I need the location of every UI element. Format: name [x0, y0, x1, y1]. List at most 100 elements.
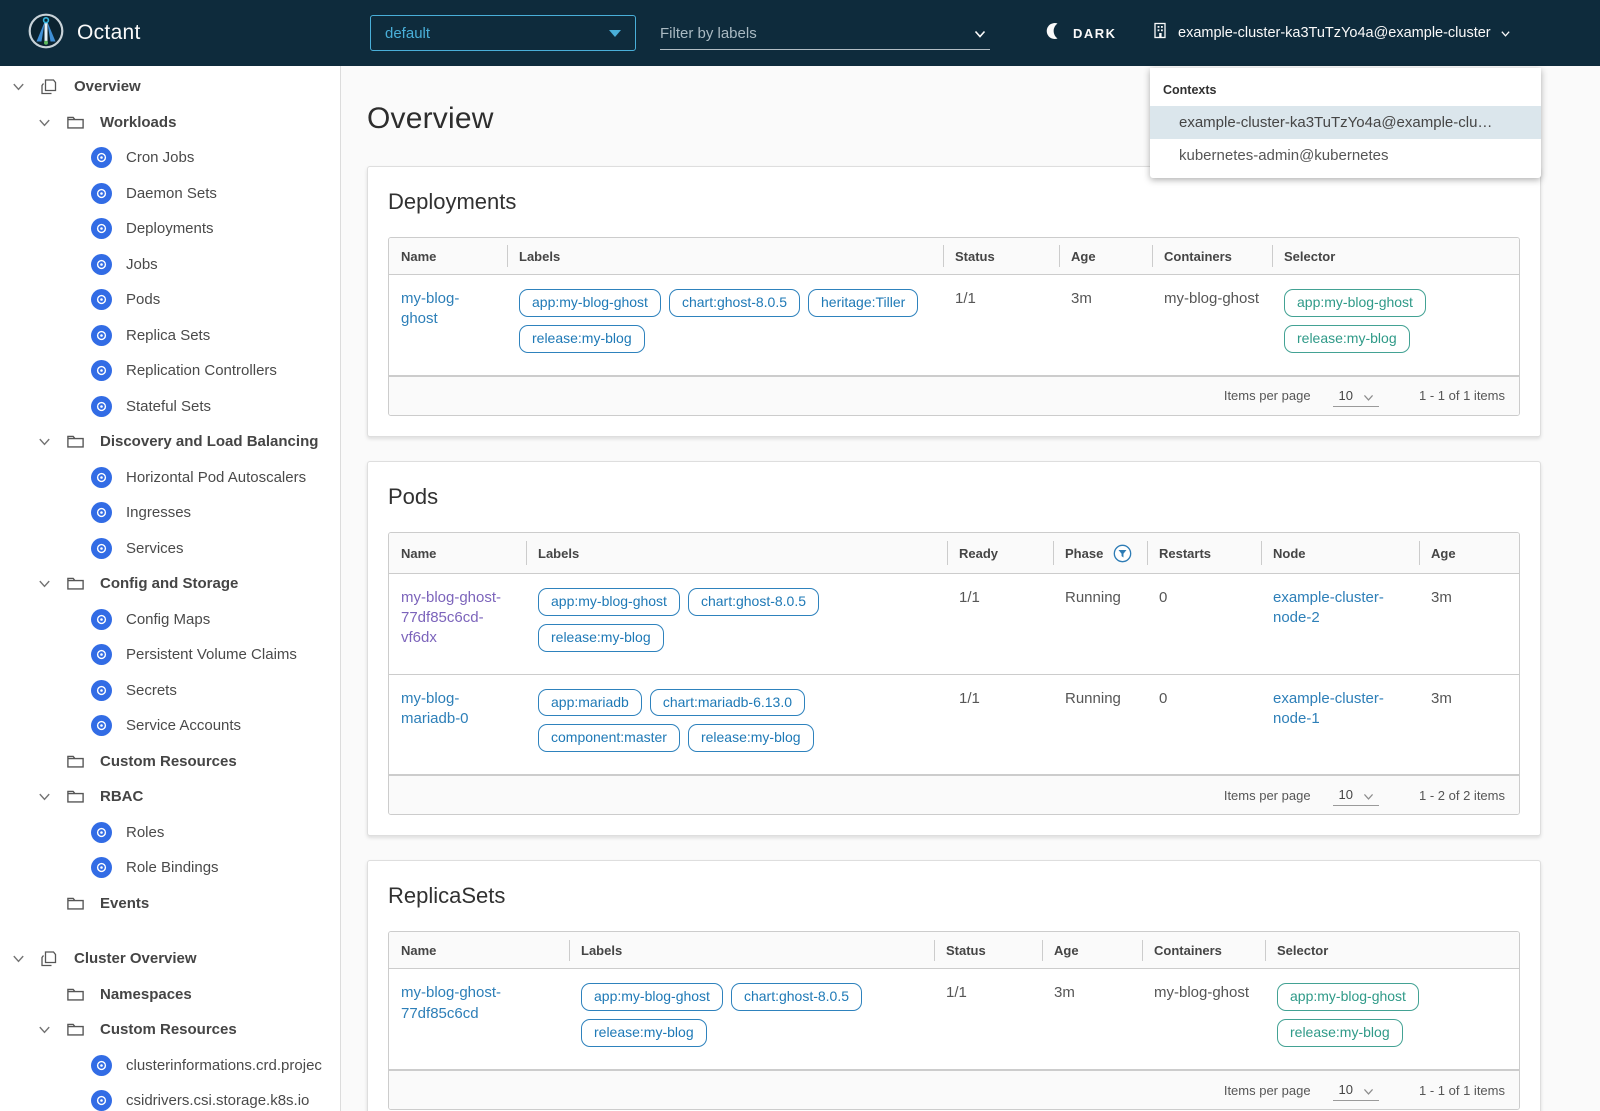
items-per-page-select[interactable]: 10: [1332, 784, 1380, 807]
sidebar-item-label: Custom Resources: [100, 1021, 237, 1039]
column-header-age: Age: [1042, 932, 1142, 968]
resource-link[interactable]: my-blog-ghost-77df85c6cd-vf6dx: [401, 589, 501, 647]
sidebar-item-workloads[interactable]: Workloads: [0, 105, 340, 141]
sidebar-item-role-bindings[interactable]: Role Bindings: [0, 850, 340, 886]
sidebar-item-replication-controllers[interactable]: Replication Controllers: [0, 353, 340, 389]
resource-link[interactable]: my-blog-ghost-77df85c6cd: [401, 984, 501, 1021]
chevron-down-icon[interactable]: [10, 951, 26, 966]
resource-link[interactable]: my-blog-mariadb-0: [401, 690, 469, 727]
sidebar-item-label: Services: [126, 539, 184, 557]
cell-ready: 1/1: [959, 588, 980, 606]
sidebar-item-rbac[interactable]: RBAC: [0, 779, 340, 815]
sidebar-item-service-accounts[interactable]: Service Accounts: [0, 708, 340, 744]
chevron-down-icon[interactable]: [36, 1022, 52, 1037]
sidebar-item-discovery-and-load-balancing[interactable]: Discovery and Load Balancing: [0, 424, 340, 460]
jobs-icon: [90, 253, 112, 275]
sidebar-item-pods[interactable]: Pods: [0, 282, 340, 318]
sidebar-item-persistent-volume-claims[interactable]: Persistent Volume Claims: [0, 637, 340, 673]
cell-status: 1/1: [955, 290, 976, 307]
cell-name: my-blog-ghost: [389, 275, 507, 375]
top-navbar: Octant default DARK example-cluster-ka3T…: [0, 0, 1600, 66]
dark-mode-toggle[interactable]: DARK: [1046, 0, 1117, 66]
chevron-down-icon[interactable]: [36, 789, 52, 804]
sidebar-item-deployments[interactable]: Deployments: [0, 211, 340, 247]
cell-restarts: 0: [1159, 689, 1168, 707]
chevron-down-icon[interactable]: [972, 26, 988, 47]
pagination: Items per page 10 1 - 1 of 1 items: [389, 1070, 1519, 1110]
custom-resource-icon: [90, 1054, 112, 1076]
folder-icon: [64, 432, 86, 451]
sidebar-item-custom-resources[interactable]: Custom Resources: [0, 1012, 340, 1048]
sidebar-item-cron-jobs[interactable]: Cron Jobs: [0, 140, 340, 176]
filter-icon[interactable]: [1113, 544, 1132, 563]
resource-link[interactable]: example-cluster-node-1: [1273, 690, 1384, 727]
stateful-sets-icon: [90, 395, 112, 417]
items-per-page-label: Items per page: [1223, 388, 1311, 404]
column-header-name: Name: [389, 932, 569, 968]
daemon-sets-icon: [90, 182, 112, 204]
persistent-volume-claims-icon: [90, 644, 112, 666]
resource-link[interactable]: example-cluster-node-2: [1273, 589, 1384, 626]
chevron-down-icon[interactable]: [36, 576, 52, 591]
sidebar-item-jobs[interactable]: Jobs: [0, 247, 340, 283]
moon-icon: [1046, 22, 1064, 45]
chevron-down-icon[interactable]: [10, 79, 26, 94]
cell-phase: Running: [1065, 588, 1121, 606]
sidebar-item-csidrivers-csi-storage-k8s-io[interactable]: csidrivers.csi.storage.k8s.io: [0, 1083, 340, 1111]
sidebar-item-label: clusterinformations.crd.projec: [126, 1056, 322, 1074]
deployments-icon: [90, 218, 112, 240]
label-tag: app:my-blog-ghost: [519, 289, 661, 317]
sidebar-item-custom-resources[interactable]: Custom Resources: [0, 744, 340, 780]
column-header-selector: Selector: [1272, 238, 1519, 274]
sidebar-item-events[interactable]: Events: [0, 886, 340, 922]
context-option[interactable]: kubernetes-admin@kubernetes: [1150, 139, 1541, 172]
column-header-name: Name: [389, 238, 507, 274]
sidebar-item-ingresses[interactable]: Ingresses: [0, 495, 340, 531]
card-title: ReplicaSets: [388, 883, 506, 909]
column-header-label: Labels: [538, 545, 580, 561]
sidebar-item-namespaces[interactable]: Namespaces: [0, 977, 340, 1013]
sidebar-item-cluster-overview[interactable]: Cluster Overview: [0, 941, 340, 977]
sidebar-item-clusterinformations-crd-projec[interactable]: clusterinformations.crd.projec: [0, 1048, 340, 1084]
brand-link[interactable]: Octant: [28, 0, 141, 66]
column-header-label: Node: [1273, 545, 1306, 561]
sidebar-item-label: Ingresses: [126, 504, 192, 522]
sidebar-item-roles[interactable]: Roles: [0, 815, 340, 851]
sidebar-item-daemon-sets[interactable]: Daemon Sets: [0, 176, 340, 212]
replicasets-table: Name Labels Status Age Containers Selector my-…: [388, 931, 1520, 1111]
sidebar-item-config-and-storage[interactable]: Config and Storage: [0, 566, 340, 602]
context-option[interactable]: example-cluster-ka3TuTzYo4a@example-clu…: [1150, 106, 1541, 139]
context-selector[interactable]: example-cluster-ka3TuTzYo4a@example-clus…: [1152, 0, 1511, 66]
label-tag: release:my-blog: [687, 724, 814, 753]
chevron-down-icon[interactable]: [36, 115, 52, 130]
sidebar-item-label: Persistent Volume Claims: [126, 646, 297, 664]
label-tag: component:master: [538, 724, 680, 753]
card-deployments: Deployments Name Labels Status Age Containers…: [367, 166, 1541, 437]
items-per-page-select[interactable]: 10: [1332, 385, 1380, 407]
sidebar-item-config-maps[interactable]: Config Maps: [0, 602, 340, 638]
label-tag: release:my-blog: [581, 1019, 707, 1048]
items-per-page-select[interactable]: 10: [1332, 1079, 1380, 1102]
chevron-down-icon[interactable]: [36, 434, 52, 449]
sidebar-item-overview[interactable]: Overview: [0, 69, 340, 105]
cell-labels: app:mariadb chart:mariadb-6.13.0 component…: [526, 675, 947, 775]
sidebar-item-secrets[interactable]: Secrets: [0, 673, 340, 709]
sidebar-item-label: Horizontal Pod Autoscalers: [126, 468, 307, 486]
column-header-ready: Ready: [947, 533, 1053, 573]
label-filter-input[interactable]: [660, 20, 990, 46]
column-header-label: Status: [946, 943, 986, 959]
sidebar-item-stateful-sets[interactable]: Stateful Sets: [0, 389, 340, 425]
role-bindings-icon: [90, 857, 112, 879]
cell-age: 3m: [1054, 984, 1075, 1002]
sidebar-item-services[interactable]: Services: [0, 531, 340, 567]
sidebar-item-replica-sets[interactable]: Replica Sets: [0, 318, 340, 354]
sidebar-item-horizontal-pod-autoscalers[interactable]: Horizontal Pod Autoscalers: [0, 460, 340, 496]
sidebar-item-label: Events: [100, 894, 150, 912]
namespace-select[interactable]: default: [370, 15, 636, 51]
resource-link[interactable]: my-blog-ghost: [401, 290, 459, 327]
sidebar-item-label: Daemon Sets: [126, 184, 217, 202]
cell-age: 3m: [1431, 588, 1452, 606]
pods-icon: [90, 289, 112, 311]
secrets-icon: [90, 679, 112, 701]
column-header-name: Name: [389, 533, 526, 573]
